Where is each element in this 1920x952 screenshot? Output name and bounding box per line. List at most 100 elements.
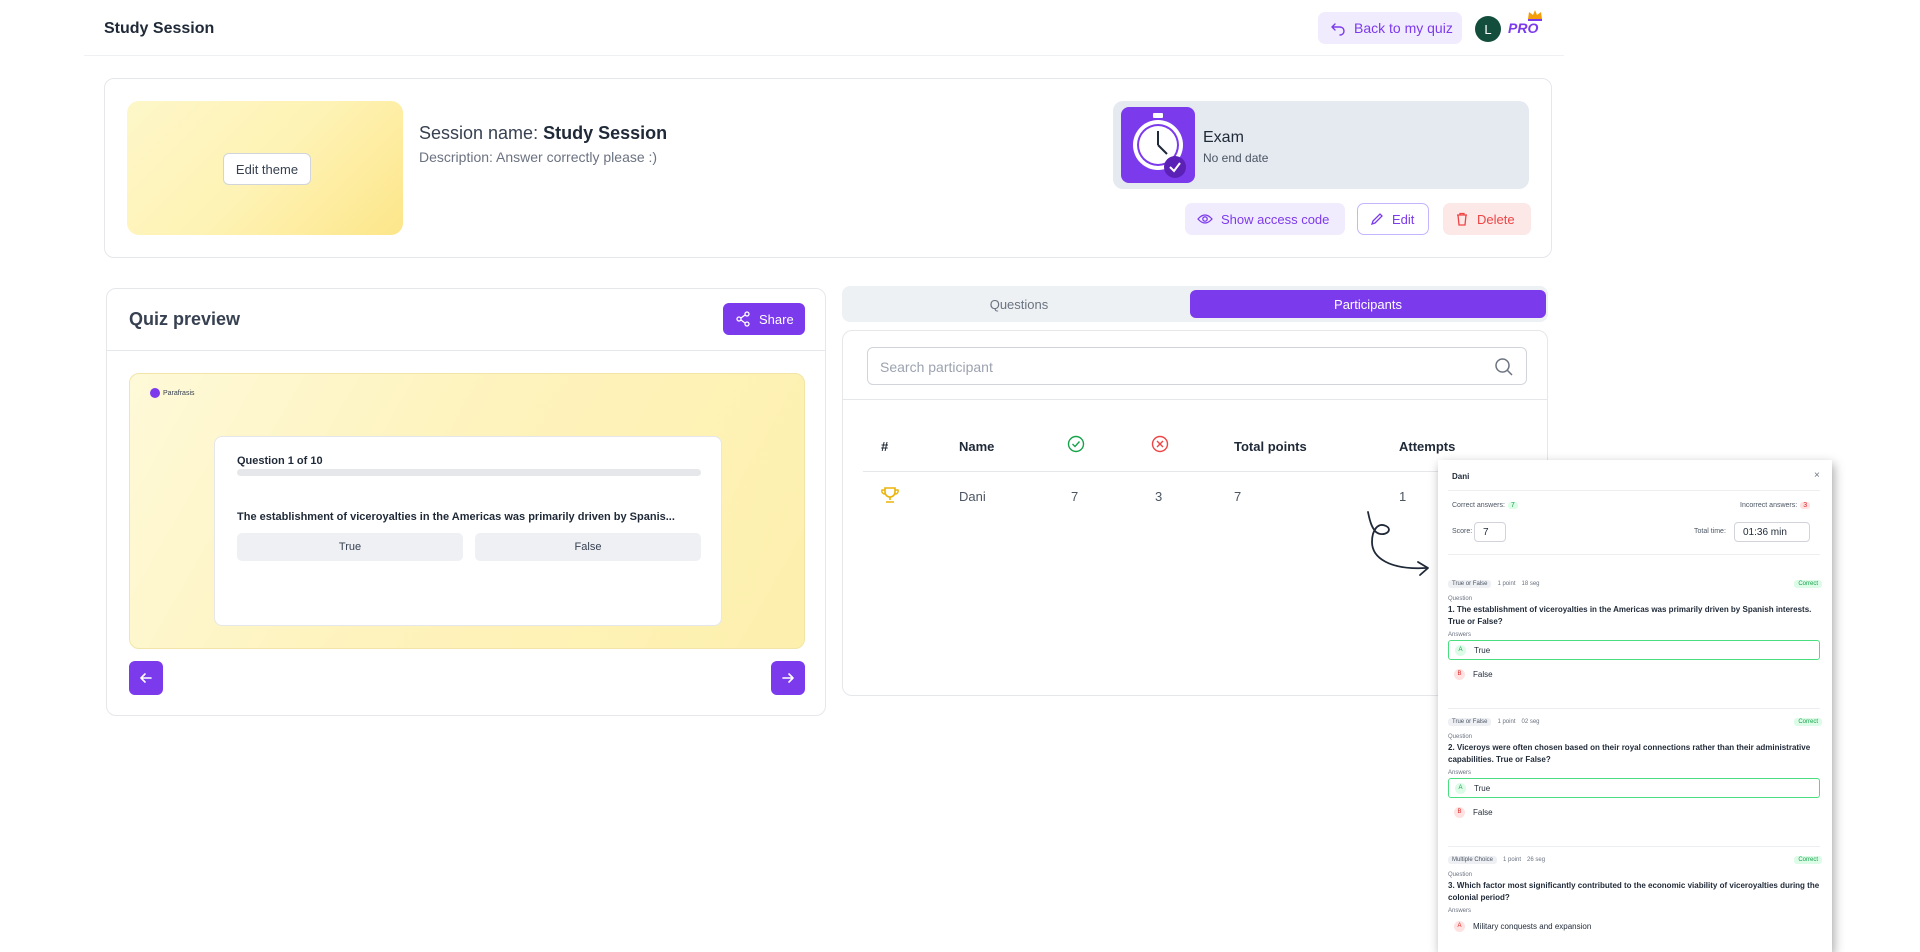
detail-question: True or False 1 point 18 seg Correct Que… — [1448, 580, 1822, 700]
question-progress-bar — [237, 469, 701, 476]
option-false[interactable]: False — [475, 533, 701, 561]
arrow-right-icon — [782, 673, 794, 683]
session-name: Session name: Study Session — [419, 123, 667, 144]
tab-participants[interactable]: Participants — [1190, 290, 1546, 318]
column-rank: # — [881, 439, 889, 454]
share-label: Share — [759, 311, 794, 327]
search-placeholder: Search participant — [880, 359, 993, 375]
quiz-preview-title: Quiz preview — [129, 309, 241, 329]
detail-incorrect-label: Incorrect answers: — [1740, 502, 1798, 509]
column-name: Name — [959, 439, 995, 454]
detail-incorrect-value: 3 — [1800, 502, 1811, 509]
incorrect-x-icon — [1151, 435, 1169, 453]
answer-letter: A — [1454, 920, 1465, 932]
answers-label: Answers — [1448, 632, 1472, 638]
detail-question: True or False 1 point 02 seg Correct Que… — [1448, 718, 1822, 838]
quiz-preview-area: Parafrasis Question 1 of 10 The establis… — [129, 373, 805, 649]
question-status-badge: Correct — [1794, 856, 1822, 864]
back-to-quiz-label: Back to my quiz — [1354, 20, 1453, 36]
table-header-divider — [863, 471, 1529, 472]
question-type-badge: True or False — [1448, 718, 1492, 726]
answer-text: False — [1473, 669, 1493, 679]
top-bar: Study Session Back to my quiz L PRO — [84, 0, 1564, 56]
column-attempts: Attempts — [1399, 439, 1456, 454]
detail-divider — [1448, 846, 1820, 847]
participant-detail-panel: Dani × Correct answers: 7 Incorrect answe… — [1438, 460, 1832, 952]
question-status-badge: Correct — [1794, 580, 1822, 588]
edit-session-button[interactable]: Edit — [1357, 203, 1429, 235]
curly-arrow-icon — [1367, 511, 1429, 576]
question-card: Question 1 of 10 The establishment of vi… — [214, 436, 722, 626]
question-type-badge: Multiple Choice — [1448, 856, 1498, 864]
answers-label: Answers — [1448, 908, 1472, 914]
option-true[interactable]: True — [237, 533, 463, 561]
next-button[interactable] — [771, 661, 805, 695]
brand-name: Parafrasis — [163, 389, 195, 397]
detail-score-label: Score: — [1452, 528, 1473, 535]
detail-question: Multiple Choice 1 point 26 seg Correct Q… — [1448, 856, 1822, 952]
edit-theme-button[interactable]: Edit theme — [223, 153, 311, 185]
previous-button[interactable] — [129, 661, 163, 695]
answers-label: Answers — [1448, 770, 1472, 776]
answer-option: B False — [1448, 802, 1820, 822]
tab-bar: Questions Participants — [842, 286, 1548, 322]
question-type-badge: True or False — [1448, 580, 1492, 588]
close-icon[interactable]: × — [1814, 470, 1820, 481]
question-points: 1 point — [1497, 581, 1516, 587]
answer-letter: A — [1455, 782, 1466, 794]
detail-divider — [1448, 554, 1820, 555]
divider — [843, 399, 1547, 400]
question-meta: True or False 1 point 02 seg — [1448, 718, 1540, 726]
detail-incorrect-answers: Incorrect answers: 3 — [1740, 502, 1811, 509]
participant-incorrect: 3 — [1155, 489, 1163, 504]
question-time: 26 seg — [1527, 857, 1546, 863]
column-total-points: Total points — [1234, 439, 1307, 454]
answer-letter: B — [1454, 806, 1465, 818]
answer-text: Military conquests and expansion — [1473, 921, 1592, 931]
answer-text: True — [1474, 783, 1491, 793]
trophy-icon — [881, 487, 899, 503]
question-label: Question — [1448, 872, 1473, 878]
question-counter: Question 1 of 10 — [237, 455, 323, 467]
detail-score-value: 7 — [1474, 522, 1506, 542]
exam-mode-subtitle: No end date — [1203, 151, 1269, 165]
brand-logo: Parafrasis — [150, 388, 195, 398]
detail-time-label: Total time: — [1694, 528, 1726, 535]
exam-mode-box: Exam No end date — [1113, 101, 1529, 189]
quiz-preview-header: Quiz preview Share — [107, 289, 825, 351]
stopwatch-icon — [1121, 107, 1195, 183]
show-access-code-label: Show access code — [1221, 211, 1330, 227]
avatar[interactable]: L — [1475, 16, 1501, 42]
show-access-code-button[interactable]: Show access code — [1185, 203, 1345, 235]
delete-session-button[interactable]: Delete — [1443, 203, 1531, 235]
question-points: 1 point — [1503, 857, 1522, 863]
question-status-badge: Correct — [1794, 718, 1822, 726]
session-description: Description: Answer correctly please :) — [419, 149, 658, 165]
page-title: Study Session — [104, 20, 215, 37]
answer-text: True — [1474, 645, 1491, 655]
session-card: Edit theme Session name: Study Session D… — [104, 78, 1552, 258]
question-points: 1 point — [1497, 719, 1516, 725]
tab-questions[interactable]: Questions — [846, 290, 1192, 318]
answer-option: A Military conquests and expansion — [1448, 916, 1820, 936]
answer-option: B False — [1448, 664, 1820, 684]
theme-preview: Edit theme — [127, 101, 403, 235]
share-button[interactable]: Share — [723, 303, 805, 335]
question-text: The establishment of viceroyalties in th… — [237, 511, 675, 523]
question-text: 3. Which factor most significantly contr… — [1448, 881, 1820, 902]
session-name-value: Study Session — [543, 123, 668, 143]
trash-icon — [1457, 212, 1467, 226]
question-time: 02 seg — [1521, 719, 1540, 725]
exam-mode-title: Exam — [1203, 129, 1244, 146]
detail-correct-answers: Correct answers: 7 — [1452, 502, 1518, 509]
participant-name[interactable]: Dani — [959, 489, 986, 504]
answer-letter: A — [1455, 644, 1466, 656]
participant-total-points: 7 — [1234, 489, 1242, 504]
search-icon[interactable] — [1494, 357, 1514, 377]
question-label: Question — [1448, 734, 1473, 740]
detail-time-value: 01:36 min — [1734, 522, 1810, 542]
back-to-quiz-button[interactable]: Back to my quiz — [1318, 12, 1462, 44]
search-input[interactable]: Search participant — [867, 347, 1527, 385]
session-name-prefix: Session name: — [419, 123, 544, 143]
participant-correct: 7 — [1071, 489, 1079, 504]
